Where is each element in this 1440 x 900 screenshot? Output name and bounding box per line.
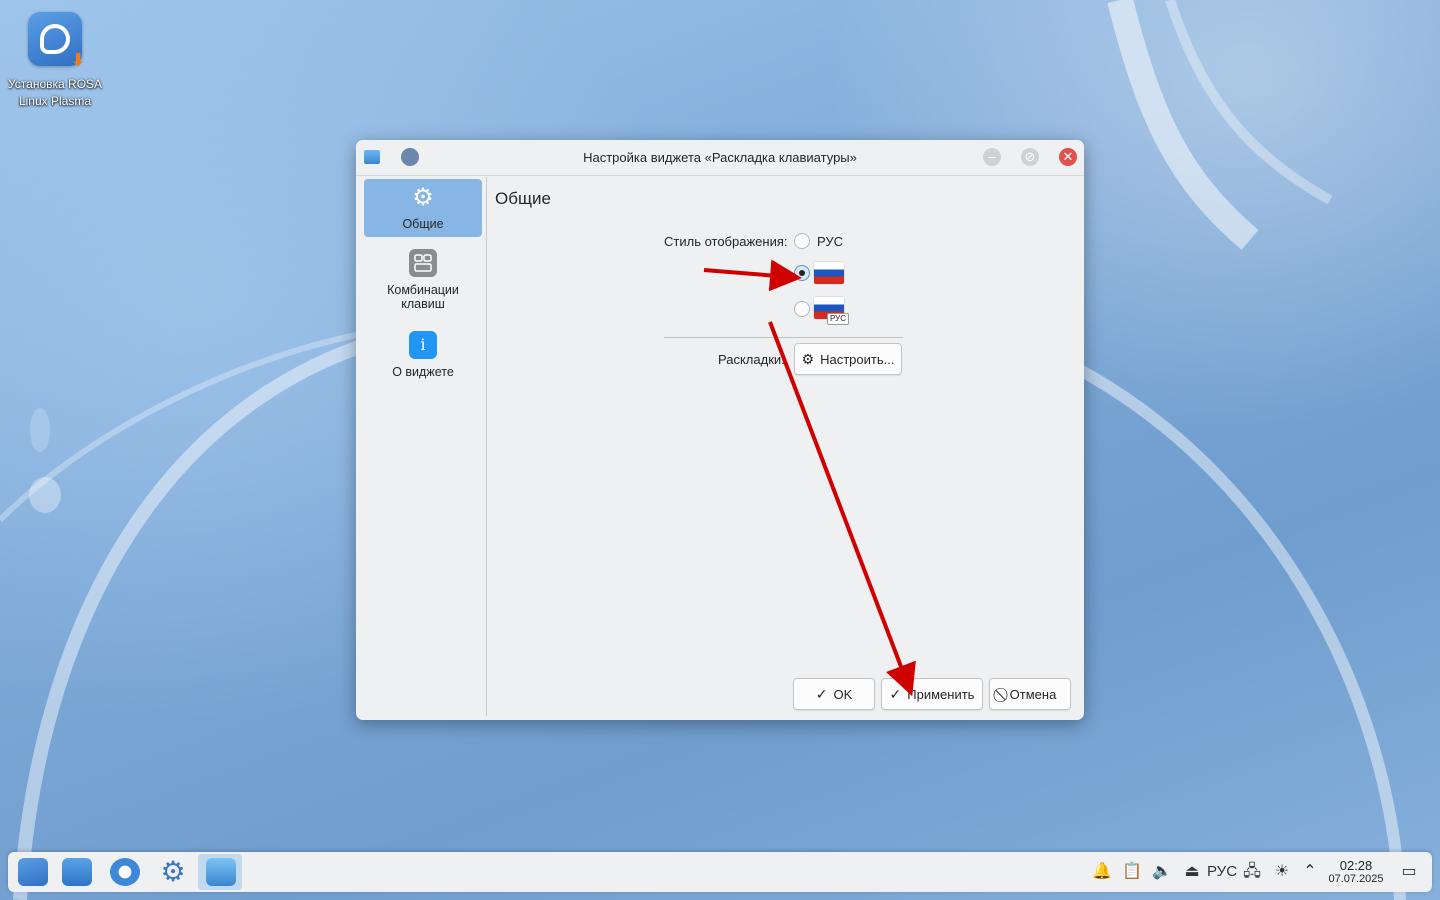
- volume-icon[interactable]: 🔈: [1152, 862, 1172, 882]
- display-style-text-option: РУС: [817, 234, 844, 249]
- desktop-icon-label: Установка ROSA Linux Plasma: [7, 77, 103, 108]
- taskbar: ⚙ 🔔 📋 🔈 ⏏ РУС 🖧 ☀ ⌃ 02:28 07.07.2025 ▭: [8, 852, 1432, 892]
- shortcuts-icon: [409, 249, 437, 277]
- browser-icon: [110, 858, 140, 886]
- settings-content: Общие Стиль отображения: РУС РУС Расклад…: [488, 177, 1084, 720]
- taskbar-image-viewer[interactable]: [198, 854, 242, 890]
- show-desktop-icon[interactable]: ▭: [1396, 862, 1422, 882]
- disk-icon[interactable]: ⏏: [1182, 862, 1202, 882]
- notifications-icon[interactable]: 🔔: [1092, 862, 1112, 882]
- cancel-button[interactable]: ⃠Отмена: [989, 678, 1071, 710]
- network-icon[interactable]: 🖧: [1242, 862, 1262, 882]
- display-style-text-radio[interactable]: [794, 233, 810, 249]
- desktop-icon-rosa-installer[interactable]: ⬇ Установка ROSA Linux Plasma: [4, 12, 106, 110]
- rosa-installer-icon: ⬇: [28, 12, 86, 70]
- brightness-icon[interactable]: ☀: [1272, 862, 1292, 882]
- chevron-up-icon[interactable]: ⌃: [1300, 862, 1320, 882]
- layouts-label: Раскладки:: [718, 352, 785, 367]
- display-style-flag-radio[interactable]: [794, 265, 810, 281]
- image-viewer-icon: [206, 858, 236, 886]
- widget-settings-dialog: Настройка виджета «Раскладка клавиатуры»…: [356, 140, 1084, 720]
- ok-button[interactable]: ✓ OK: [793, 678, 875, 710]
- dialog-titlebar[interactable]: Настройка виджета «Раскладка клавиатуры»…: [356, 140, 1084, 176]
- page-title: Общие: [495, 189, 551, 208]
- check-icon: ✓: [889, 686, 902, 702]
- sidebar-item-shortcuts[interactable]: Комбинации клавиш: [364, 249, 482, 319]
- close-button[interactable]: ✕: [1059, 148, 1077, 166]
- settings-sidebar: ⚙ Общие Комбинации клавиш i О виджете: [356, 177, 487, 716]
- display-style-flag-label-radio[interactable]: [794, 301, 810, 317]
- sidebar-item-label: О виджете: [392, 365, 454, 379]
- display-style-label: Стиль отображения:: [664, 234, 788, 249]
- check-icon: ✓: [815, 686, 828, 702]
- taskbar-launcher[interactable]: [10, 854, 54, 890]
- apply-button[interactable]: ✓ Применить: [881, 678, 983, 710]
- keyboard-layout-indicator[interactable]: РУС: [1207, 863, 1237, 880]
- gear-icon: ⚙: [801, 351, 815, 367]
- flag-language-badge: РУС: [827, 313, 850, 325]
- clock-time[interactable]: 02:28: [1328, 858, 1384, 873]
- sidebar-item-label: Комбинации: [387, 283, 459, 297]
- sidebar-item-label: клавиш: [401, 297, 445, 311]
- taskbar-settings[interactable]: ⚙: [150, 854, 194, 890]
- sidebar-item-general[interactable]: ⚙ Общие: [364, 179, 482, 237]
- rosa-launcher-icon: [18, 858, 48, 886]
- file-manager-icon: [62, 858, 92, 886]
- russia-flag-icon: [814, 262, 844, 284]
- gear-icon: ⚙: [412, 184, 434, 211]
- taskbar-file-manager[interactable]: [54, 854, 98, 890]
- clipboard-icon[interactable]: 📋: [1122, 862, 1142, 882]
- settings-icon: ⚙: [160, 856, 186, 887]
- info-icon: i: [409, 331, 437, 359]
- sidebar-item-about[interactable]: i О виджете: [364, 331, 482, 391]
- dialog-title: Настройка виджета «Раскладка клавиатуры»: [583, 150, 857, 165]
- configure-layouts-button[interactable]: ⚙ Настроить...: [794, 343, 902, 375]
- minimize-button[interactable]: –: [983, 148, 1001, 166]
- taskbar-browser[interactable]: [102, 854, 146, 890]
- clock-date[interactable]: 07.07.2025: [1328, 873, 1384, 885]
- separator: [664, 337, 903, 338]
- maximize-button[interactable]: ⊘: [1021, 148, 1039, 166]
- sidebar-item-label: Общие: [402, 217, 444, 231]
